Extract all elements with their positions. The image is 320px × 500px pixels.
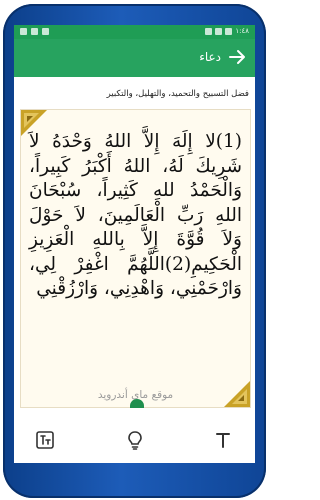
font-size-icon[interactable] — [212, 429, 234, 451]
whatsapp-icon — [31, 28, 38, 35]
lightbulb-icon[interactable] — [124, 429, 146, 451]
screen: ١:٤٨ دعاء فضل التسبيح والتحميد، والتهليل… — [14, 25, 255, 463]
status-time: ١:٤٨ — [235, 27, 249, 35]
status-bar: ١:٤٨ — [14, 25, 255, 39]
dua-text: (1)لا إِلَهَ إِلاَّ اللهُ وَحْدَهُ لاَ ش… — [29, 131, 242, 299]
page-title: دعاء — [199, 50, 221, 64]
battery-icon — [225, 27, 233, 35]
app-bar: دعاء — [14, 39, 255, 77]
device-frame: ١:٤٨ دعاء فضل التسبيح والتحميد، والتهليل… — [0, 0, 269, 500]
text-format-icon[interactable] — [34, 429, 56, 451]
notification-icon — [42, 28, 49, 35]
android-icon — [20, 28, 27, 35]
status-left-icons — [20, 28, 49, 35]
wifi-icon — [205, 27, 213, 35]
status-right-icons: ١:٤٨ — [205, 27, 249, 35]
bottom-toolbar — [14, 417, 255, 463]
signal-icon — [215, 27, 223, 35]
back-arrow-icon[interactable] — [227, 47, 247, 67]
scroll-indicator — [130, 399, 144, 408]
section-subtitle: فضل التسبيح والتحميد، والتهليل، والتكبير — [106, 89, 249, 99]
dua-card: (1)لا إِلَهَ إِلاَّ اللهُ وَحْدَهُ لاَ ش… — [20, 109, 251, 408]
